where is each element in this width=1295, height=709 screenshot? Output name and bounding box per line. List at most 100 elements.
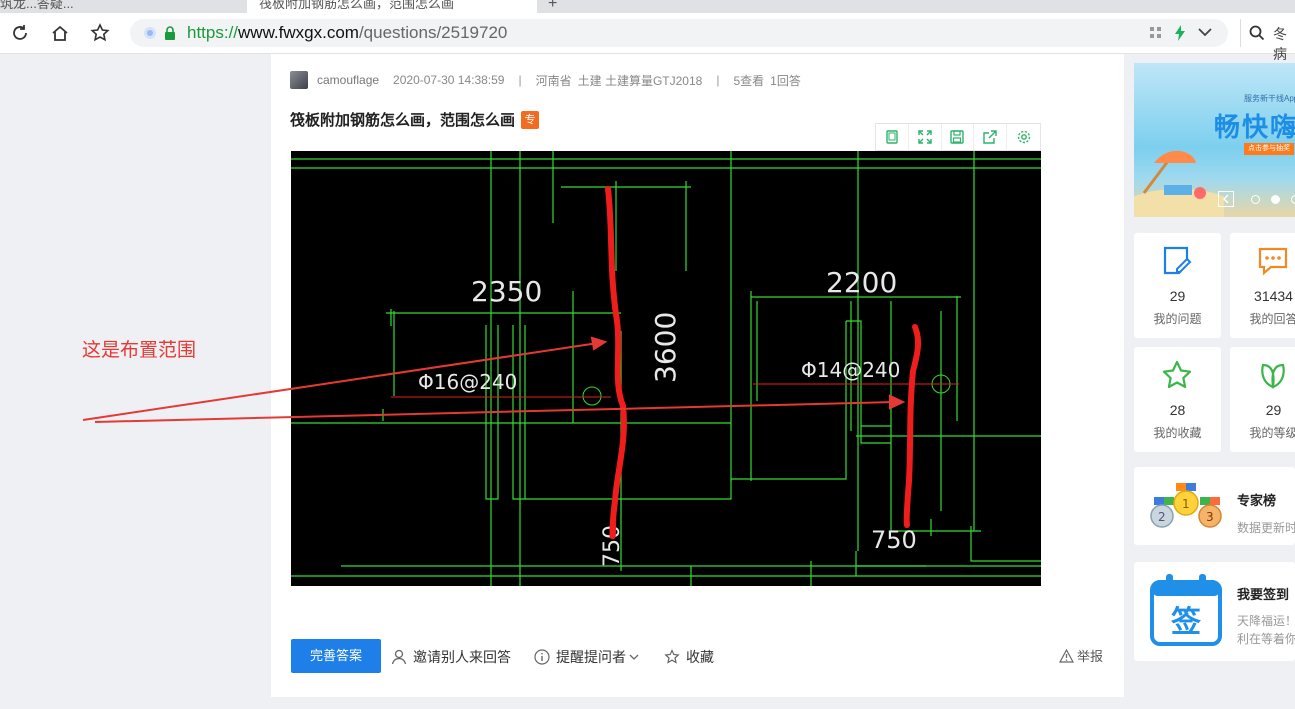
favorite-label: 收藏 (686, 649, 714, 665)
stat-label: 我的问题 (1153, 312, 1202, 326)
save-icon[interactable] (942, 124, 975, 150)
lock-icon (165, 26, 175, 40)
leaf-icon (1257, 359, 1289, 391)
stat-value: 29 (1265, 402, 1282, 418)
dim-vertical-label: 3600 (649, 312, 682, 383)
answer-actions: 完善答案 邀请别人来回答 提醒提问者 收藏 举报 (291, 639, 1106, 673)
experts-title: 专家榜 (1237, 493, 1277, 508)
beach-illustration (1134, 150, 1224, 217)
username[interactable]: camouflage (317, 73, 379, 87)
grid-icon[interactable] (1150, 27, 1162, 39)
settings-icon[interactable] (1007, 124, 1040, 150)
annotation-text: 这是布置范围 (82, 340, 197, 361)
location: 河南省 (535, 73, 572, 88)
rebar-right-label: Φ14@240 (801, 358, 900, 382)
stat-value: 29 (1169, 288, 1186, 304)
question-title-text: 筏板附加钢筋怎么画，范围怎么画 (290, 112, 516, 129)
stat-my-level[interactable]: 29 我的等级 (1230, 347, 1295, 452)
divider: | (518, 73, 522, 87)
browser-search[interactable]: 冬病 (1240, 19, 1295, 62)
browser-tab[interactable]: 筑龙...答疑... (0, 0, 230, 13)
browser-toolbar: https://www.fwxgx.com/questions/2519720 … (0, 13, 1295, 62)
warning-icon (1059, 648, 1074, 663)
invite-answer-link[interactable]: 邀请别人来回答 (391, 647, 511, 667)
report-link[interactable]: 举报 (1059, 646, 1103, 665)
stat-label: 我的回答 (1249, 312, 1295, 326)
stat-value: 31434 (1254, 288, 1293, 304)
new-tab-button[interactable]: + (548, 0, 562, 13)
stat-my-favorites[interactable]: 28 我的收藏 (1134, 347, 1221, 452)
medals-icon: 2 1 3 (1150, 483, 1222, 528)
question-icon (1161, 245, 1193, 277)
star-outline-icon (664, 649, 680, 664)
remind-asker-dropdown[interactable]: 提醒提问者 (534, 647, 645, 667)
expert-ranking-card[interactable]: 2 1 3 专家榜 数据更新时 (1134, 467, 1295, 545)
divider: | (716, 73, 720, 87)
stat-value: 28 (1169, 402, 1186, 418)
signin-icon-text: 签 (1171, 605, 1201, 640)
svg-text:3: 3 (1206, 510, 1214, 524)
cad-labels: 2350 2200 Φ16@240 Φ14@240 3600 750 750 (418, 266, 917, 567)
expand-icon[interactable] (909, 124, 942, 150)
chevron-down-icon[interactable] (1198, 28, 1212, 38)
user-icon (391, 649, 407, 665)
question-title: 筏板附加钢筋怎么画，范围怎么画 专 (290, 109, 540, 130)
question-meta: camouflage 2020-07-30 14:38:59 | 河南省 土建 … (290, 71, 801, 89)
info-icon (534, 649, 550, 665)
signin-title: 我要签到 (1237, 587, 1290, 602)
invite-label: 邀请别人来回答 (413, 649, 511, 665)
question-card: camouflage 2020-07-30 14:38:59 | 河南省 土建 … (271, 54, 1124, 697)
signin-subtitle-1: 天降福运！ (1237, 614, 1295, 628)
phone-icon[interactable] (876, 124, 909, 150)
view-count: 5查看 (733, 73, 765, 88)
avatar[interactable] (290, 71, 308, 89)
stat-my-answers[interactable]: 31434 我的回答 (1230, 233, 1295, 338)
tab-strip: 筑龙...答疑... 筏板附加钢筋怎么画，范围怎么画 + (0, 0, 1295, 13)
svg-text:1: 1 (1182, 497, 1190, 511)
home-icon[interactable] (48, 21, 72, 45)
dim-right-label: 2200 (826, 266, 897, 299)
rebar-left-label: Φ16@240 (418, 370, 517, 394)
address-bar[interactable]: https://www.fwxgx.com/questions/2519720 (130, 19, 1228, 47)
report-label: 举报 (1077, 649, 1104, 664)
professional-badge: 专 (521, 110, 540, 129)
stat-label: 我的等级 (1249, 426, 1295, 440)
carousel-dot-active[interactable] (1271, 195, 1280, 204)
chevron-down-icon (629, 654, 639, 660)
search-icon (1249, 25, 1265, 41)
signin-card[interactable]: 签 我要签到 天降福运！ 利在等着你 (1134, 562, 1295, 661)
category[interactable]: 土建 土建算量GTJ2018 (578, 72, 703, 89)
carousel-dot[interactable] (1291, 195, 1295, 204)
calendar-signin-icon: 签 (1150, 574, 1222, 646)
reload-icon[interactable] (8, 21, 32, 45)
lightning-icon[interactable] (1174, 25, 1186, 41)
banner-title: 畅快嗨 (1214, 112, 1295, 142)
carousel-dot[interactable] (1251, 195, 1260, 204)
stat-my-questions[interactable]: 29 我的问题 (1134, 233, 1221, 338)
browser-tab-active[interactable]: 筏板附加钢筋怎么画，范围怎么画 (247, 0, 537, 13)
remind-label: 提醒提问者 (556, 649, 626, 665)
site-info-icon[interactable] (143, 26, 157, 40)
cad-drawing-image[interactable]: 2350 2200 Φ16@240 Φ14@240 3600 750 750 (291, 151, 1041, 586)
favorite-link[interactable]: 收藏 (664, 647, 714, 667)
answer-count: 1回答 (770, 73, 801, 88)
dim-left-label: 2350 (471, 275, 542, 308)
message-icon (1257, 245, 1289, 277)
banner-prev-button[interactable] (1218, 191, 1234, 207)
bookmark-star-icon[interactable] (88, 21, 112, 45)
url-text: https://www.fwxgx.com/questions/2519720 (187, 23, 508, 42)
stat-label: 我的收藏 (1153, 426, 1202, 440)
svg-text:2: 2 (1158, 510, 1166, 524)
complete-answer-button[interactable]: 完善答案 (291, 639, 381, 673)
dim-bottom-right-label: 750 (871, 526, 917, 554)
promo-banner[interactable]: 服务新干线App 畅快嗨 点击参与抽奖 (1134, 63, 1295, 217)
share-icon[interactable] (974, 124, 1008, 150)
search-text: 冬病 (1273, 26, 1287, 62)
post-datetime: 2020-07-30 14:38:59 (393, 73, 505, 87)
star-icon (1161, 359, 1193, 391)
banner-small-text: 点击参与抽奖 (1244, 143, 1294, 155)
image-toolbar (875, 123, 1041, 151)
experts-subtitle: 数据更新时 (1237, 521, 1295, 535)
signin-subtitle-2: 利在等着你 (1237, 632, 1295, 646)
banner-subtitle: 服务新干线App (1244, 94, 1295, 103)
